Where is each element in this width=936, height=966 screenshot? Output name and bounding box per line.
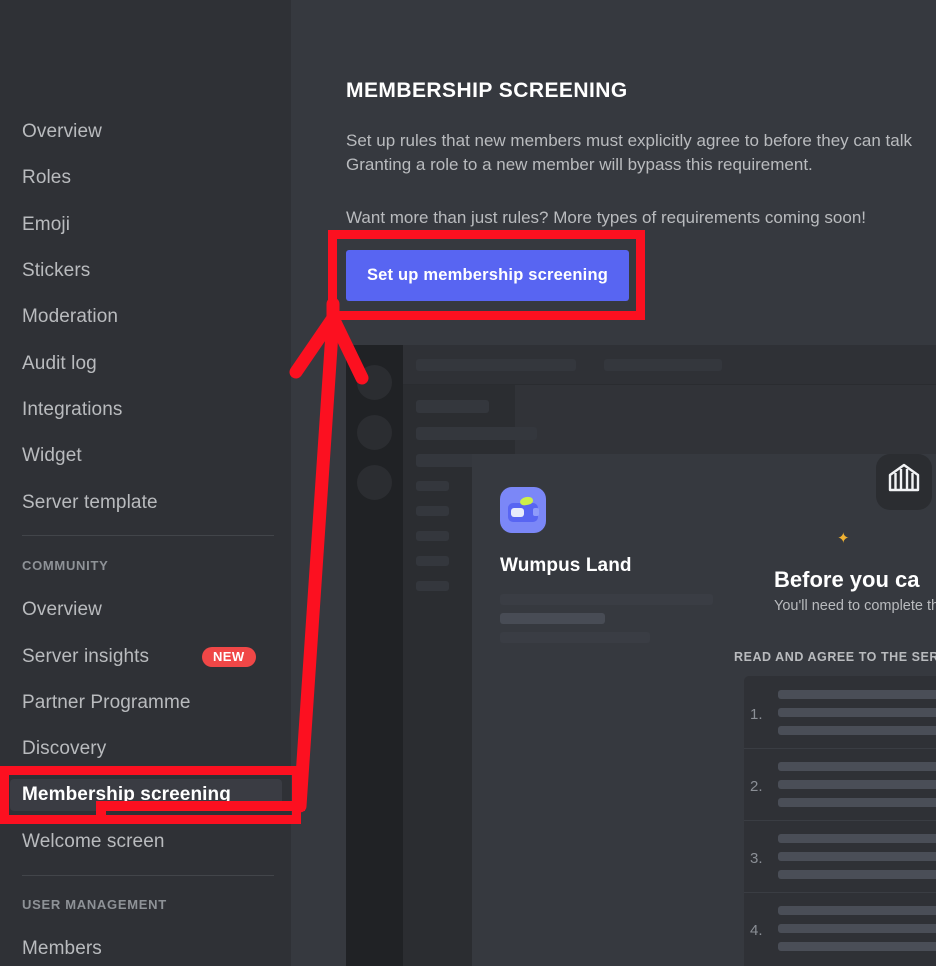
skeleton-bar xyxy=(778,780,936,789)
preview-section-label: READ AND AGREE TO THE SERVER xyxy=(734,650,936,664)
sidebar-item-label: Discovery xyxy=(22,738,107,759)
sidebar-item-discovery[interactable]: Discovery xyxy=(10,733,282,765)
sidebar-item-label: Overview xyxy=(22,121,102,142)
preview-server-icon xyxy=(357,415,392,450)
sparkle-icon: ✦ xyxy=(837,530,850,547)
sidebar-item-label: Integrations xyxy=(22,399,123,420)
preview-server-icon xyxy=(357,365,392,400)
rule-row: 3. xyxy=(744,820,936,892)
description-line-2: Granting a role to a new member will byp… xyxy=(346,155,813,174)
preview-heading: Before you ca xyxy=(774,567,920,592)
main-content: MEMBERSHIP SCREENING Set up rules that n… xyxy=(291,0,936,966)
sidebar-item-integrations[interactable]: Integrations xyxy=(10,394,282,426)
rule-number: 1. xyxy=(750,706,763,723)
preview-rules-list: 1. 2. 3. 4. xyxy=(744,676,936,966)
sidebar-item-label: Audit log xyxy=(22,353,97,374)
page-title: MEMBERSHIP SCREENING xyxy=(346,79,628,102)
skeleton-bar xyxy=(778,726,936,735)
preview-subtitle: You'll need to complete th xyxy=(774,598,936,614)
sidebar-item-label: Members xyxy=(22,938,102,959)
rule-row: 2. xyxy=(744,748,936,820)
sidebar-item-welcome-screen[interactable]: Welcome screen xyxy=(10,826,282,858)
sidebar-section-heading: USER MANAGEMENT xyxy=(22,897,167,912)
sidebar-item-label: Emoji xyxy=(22,214,71,235)
sidebar-item-members[interactable]: Members xyxy=(10,933,282,965)
sidebar-section-heading: COMMUNITY xyxy=(22,558,109,573)
rule-separator xyxy=(744,820,936,821)
gate-icon xyxy=(876,454,932,510)
skeleton-bar xyxy=(416,427,537,440)
sidebar-item-label: Stickers xyxy=(22,260,91,281)
skeleton-bar xyxy=(778,906,936,915)
rule-row: 4. xyxy=(744,892,936,964)
rule-separator xyxy=(744,748,936,749)
sidebar-item-overview[interactable]: Overview xyxy=(10,594,282,626)
sidebar-item-label: Partner Programme xyxy=(22,692,191,713)
sidebar-item-label: Roles xyxy=(22,167,72,188)
skeleton-bar xyxy=(416,556,449,566)
sidebar-item-server-template[interactable]: Server template xyxy=(10,487,282,519)
rule-separator xyxy=(744,892,936,893)
skeleton-bar xyxy=(604,359,722,371)
skeleton-bar xyxy=(778,798,936,807)
discord-server-settings-screen: Overview Roles Emoji Stickers Moderation Audi… xyxy=(0,0,936,966)
rule-row: 1. xyxy=(744,676,936,748)
wumpus-server-icon xyxy=(500,487,546,533)
description-line-1: Set up rules that new members must expli… xyxy=(346,131,912,150)
sidebar-item-stickers[interactable]: Stickers xyxy=(10,255,282,287)
description-line-3: Want more than just rules? More types of… xyxy=(346,208,866,227)
membership-screening-preview: Wumpus Land ✦ Before you ca You'll need … xyxy=(346,345,936,966)
sidebar-item-emoji[interactable]: Emoji xyxy=(10,209,282,241)
sidebar-item-roles[interactable]: Roles xyxy=(10,162,282,194)
new-badge: NEW xyxy=(202,647,256,667)
preview-server-name: Wumpus Land xyxy=(500,555,632,576)
skeleton-bar xyxy=(778,942,936,951)
sidebar-item-moderation[interactable]: Moderation xyxy=(10,301,282,333)
preview-screening-panel: ✦ Before you ca You'll need to complete … xyxy=(734,454,936,966)
sidebar-item-label: Overview xyxy=(22,599,102,620)
skeleton-bar xyxy=(778,708,936,717)
sidebar-item-label: Server insights xyxy=(22,646,150,667)
skeleton-bar xyxy=(416,581,449,591)
skeleton-bar xyxy=(416,531,449,541)
skeleton-bar xyxy=(416,400,489,413)
skeleton-bar xyxy=(416,481,449,491)
preview-server-rail xyxy=(346,345,403,966)
annotation-box-setup-button xyxy=(328,230,645,320)
sidebar-item-widget[interactable]: Widget xyxy=(10,440,282,472)
skeleton-bar xyxy=(778,834,936,843)
sidebar-item-label: Server template xyxy=(22,492,158,513)
skeleton-bar xyxy=(778,690,936,699)
sidebar-item-overview[interactable]: Overview xyxy=(10,116,282,148)
skeleton-bar xyxy=(416,506,449,516)
sidebar-item-partner-programme[interactable]: Partner Programme xyxy=(10,687,282,719)
skeleton-bar xyxy=(500,632,650,643)
sidebar-divider xyxy=(22,535,274,536)
skeleton-bar xyxy=(778,762,936,771)
sidebar-item-label: Moderation xyxy=(22,306,119,327)
rule-number: 4. xyxy=(750,922,763,939)
skeleton-bar xyxy=(500,594,713,605)
sidebar-item-label: Widget xyxy=(22,445,82,466)
skeleton-bar xyxy=(416,359,576,371)
preview-server-card: Wumpus Land xyxy=(472,454,734,966)
annotation-box-membership-screening xyxy=(0,766,301,824)
skeleton-bar xyxy=(500,613,605,624)
skeleton-bar xyxy=(778,852,936,861)
sidebar-item-label: Welcome screen xyxy=(22,831,165,852)
skeleton-bar xyxy=(778,924,936,933)
sidebar-item-audit-log[interactable]: Audit log xyxy=(10,348,282,380)
rule-number: 2. xyxy=(750,778,763,795)
rule-number: 3. xyxy=(750,850,763,867)
sidebar-divider xyxy=(22,875,274,876)
preview-server-icon xyxy=(357,465,392,500)
skeleton-bar xyxy=(778,870,936,879)
